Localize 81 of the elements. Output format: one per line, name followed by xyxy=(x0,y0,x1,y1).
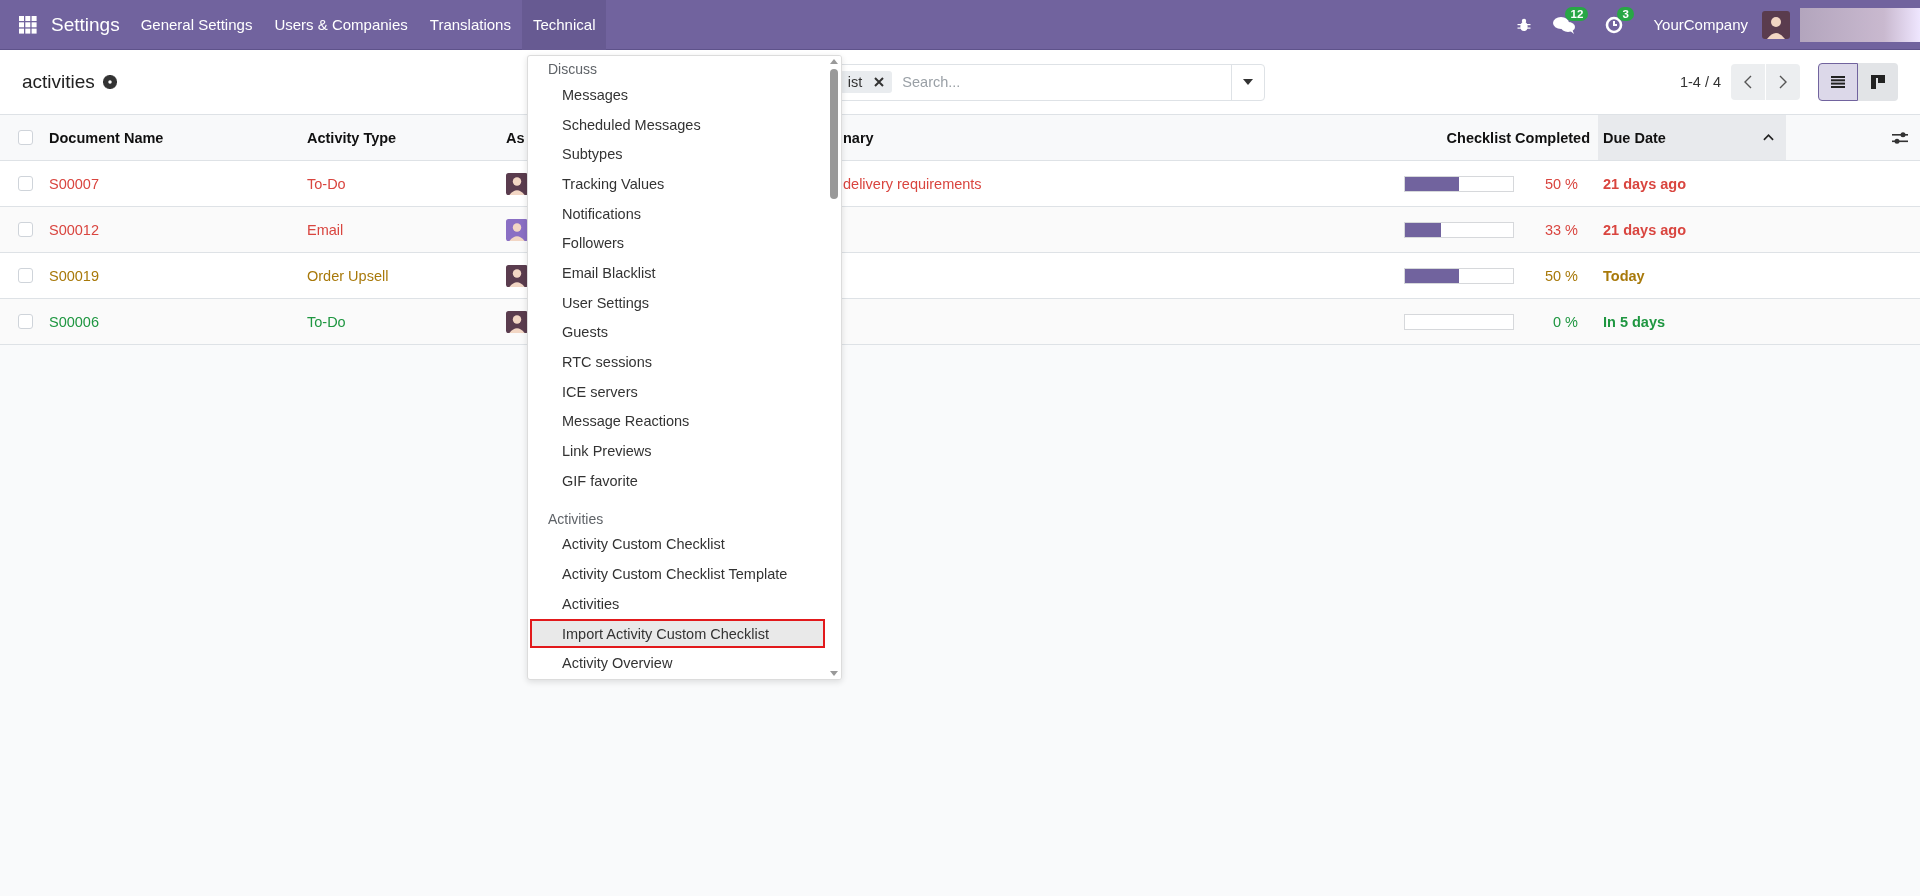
activity-count-badge: 3 xyxy=(1617,6,1634,21)
menu-item[interactable]: GIF favorite xyxy=(530,465,825,496)
caret-down-icon xyxy=(1242,79,1253,85)
nav-menu-item[interactable]: General Settings xyxy=(129,0,264,50)
menu-item[interactable]: Tracking Values xyxy=(530,169,825,199)
kanban-icon xyxy=(1871,75,1885,89)
percent-value: 50 % xyxy=(1543,175,1578,192)
chevron-left-icon xyxy=(1744,75,1752,89)
table-cell: S00006 xyxy=(49,313,99,330)
column-header[interactable]: Activity Type xyxy=(307,129,397,146)
menu-item[interactable]: Link Previews xyxy=(530,436,825,466)
sort-ascending-icon xyxy=(1763,134,1774,141)
menu-section-header: Discuss xyxy=(547,60,598,79)
menu-item[interactable]: Guests xyxy=(530,317,825,348)
row-checkbox[interactable] xyxy=(18,222,33,237)
column-header[interactable]: Document Name xyxy=(49,129,164,146)
clock-icon[interactable] xyxy=(1605,15,1624,34)
nav-menu-item[interactable]: Users & Companies xyxy=(263,0,419,50)
apps-menu-icon[interactable] xyxy=(19,15,37,34)
user-avatar-icon xyxy=(506,216,528,243)
menu-item[interactable]: Messages xyxy=(530,80,825,110)
user-avatar-icon xyxy=(506,170,528,197)
row-checkbox[interactable] xyxy=(18,176,33,191)
row-checkbox[interactable] xyxy=(18,268,33,283)
pager-value: 1-4 / 4 xyxy=(1679,74,1721,90)
menu-section-header: Activities xyxy=(547,509,605,529)
nav-menu-item[interactable]: Technical xyxy=(521,0,607,50)
due-date: 21 days ago xyxy=(1603,221,1686,238)
sorted-column-header[interactable]: Due Date xyxy=(1598,115,1786,160)
page-title: activities xyxy=(22,71,95,93)
search-facet[interactable]: ist xyxy=(839,71,893,93)
scroll-down-icon[interactable] xyxy=(830,671,838,676)
table-cell: delivery requirements xyxy=(843,175,982,192)
bug-icon[interactable] xyxy=(1517,17,1532,32)
menu-item[interactable]: Subtypes xyxy=(530,139,825,170)
user-avatar-icon xyxy=(506,308,528,335)
list-icon xyxy=(1831,76,1845,88)
menu-item[interactable]: Followers xyxy=(530,228,825,259)
column-header[interactable]: As xyxy=(506,129,525,146)
table-cell: To-Do xyxy=(307,175,346,192)
app-name[interactable]: Settings xyxy=(51,13,120,36)
list-view-button[interactable] xyxy=(1818,63,1858,101)
company-name[interactable]: YourCompany xyxy=(1653,16,1748,33)
column-header[interactable]: nary xyxy=(843,129,874,146)
due-date: Today xyxy=(1603,267,1645,284)
message-count-badge: 12 xyxy=(1565,6,1589,21)
percent-value: 33 % xyxy=(1543,221,1578,238)
optional-columns-icon[interactable] xyxy=(1892,130,1908,145)
table-cell: To-Do xyxy=(307,313,346,330)
menu-item[interactable]: Activity Custom Checklist Template xyxy=(530,559,825,589)
menu-item[interactable]: RTC sessions xyxy=(530,347,825,377)
user-avatar-icon xyxy=(506,262,528,289)
due-date: In 5 days xyxy=(1603,313,1666,330)
menu-item[interactable]: Email Blacklist xyxy=(530,258,825,288)
chevron-right-icon xyxy=(1779,75,1787,89)
percent-value: 0 % xyxy=(1552,313,1578,330)
menu-item[interactable]: User Settings xyxy=(530,287,825,318)
menu-item[interactable]: Scheduled Messages xyxy=(530,109,825,140)
menu-item[interactable]: ICE servers xyxy=(530,376,825,407)
row-checkbox[interactable] xyxy=(18,314,33,329)
percent-value: 50 % xyxy=(1543,267,1578,284)
menu-item[interactable]: Activity Overview xyxy=(530,648,825,679)
table-cell: Email xyxy=(307,221,344,238)
user-avatar-icon[interactable] xyxy=(1762,10,1790,39)
column-header[interactable]: Checklist Completed xyxy=(1446,129,1590,146)
table-cell: S00012 xyxy=(49,221,99,238)
scroll-up-icon[interactable] xyxy=(830,59,838,64)
close-icon[interactable] xyxy=(874,77,885,87)
table-cell: Order Upsell xyxy=(307,267,389,284)
nav-menu-item[interactable]: Translations xyxy=(418,0,522,50)
kanban-view-button[interactable] xyxy=(1858,63,1898,101)
scrollbar-thumb[interactable] xyxy=(830,69,838,199)
menu-item[interactable]: Notifications xyxy=(530,198,825,229)
menu-item[interactable]: Activity Custom Checklist xyxy=(530,529,825,560)
due-date: 21 days ago xyxy=(1603,175,1686,192)
menu-item[interactable]: Activities xyxy=(530,589,825,619)
menu-item[interactable]: Import Activity Custom Checklist xyxy=(530,618,825,649)
menu-item[interactable]: Message Reactions xyxy=(530,406,825,437)
select-all-checkbox[interactable] xyxy=(18,130,33,145)
table-cell: S00019 xyxy=(49,267,99,284)
table-cell: S00007 xyxy=(49,175,99,192)
